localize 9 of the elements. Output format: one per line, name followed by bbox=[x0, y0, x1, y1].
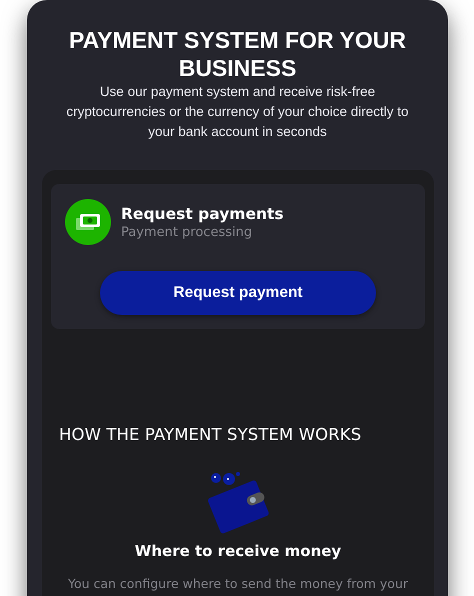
page-subtitle: Use our payment system and receive risk-free cryptocurrencies or the currency of your choice directly to your bank account in seconds bbox=[65, 83, 410, 141]
step-description: You can configure where to send the money from your bbox=[68, 576, 408, 591]
section-heading: HOW THE PAYMENT SYSTEM WORKS bbox=[59, 425, 362, 444]
cash-icon bbox=[65, 199, 111, 245]
card-title: Request payments bbox=[121, 204, 284, 222]
request-payment-button[interactable]: Request payment bbox=[100, 271, 376, 315]
card-subtitle: Payment processing bbox=[121, 224, 254, 240]
page-title: PAYMENT SYSTEM FOR YOUR BUSINESS bbox=[68, 26, 407, 82]
step-title: Where to receive money bbox=[134, 542, 342, 560]
